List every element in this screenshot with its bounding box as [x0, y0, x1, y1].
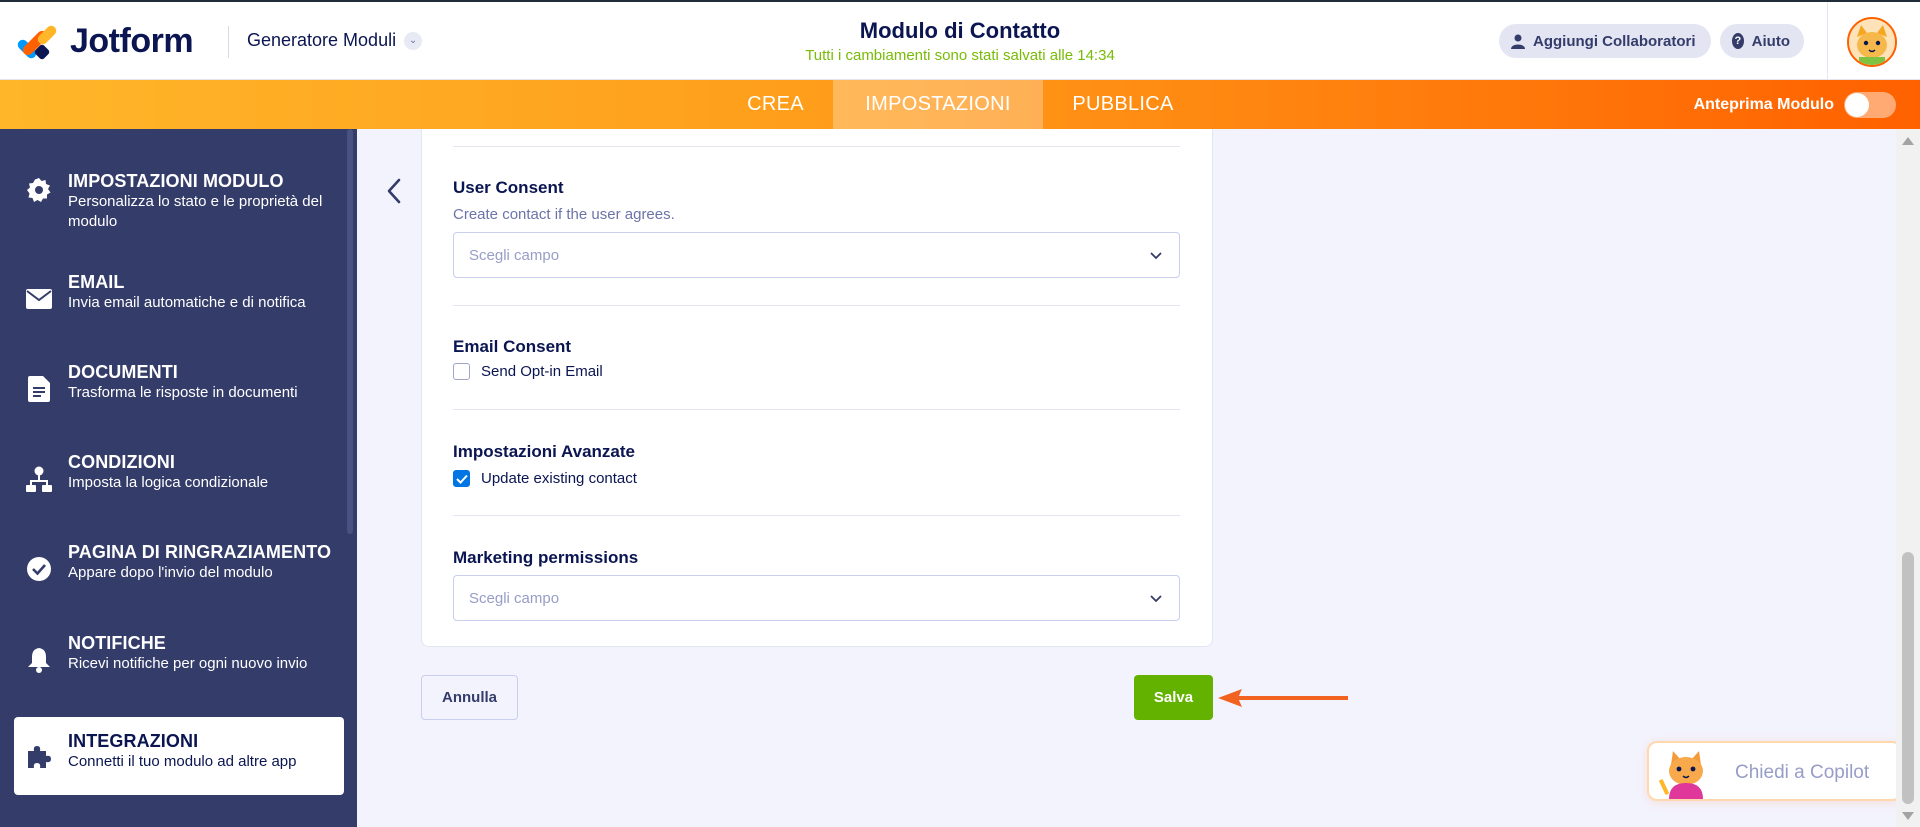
scroll-down-arrow-icon[interactable]	[1902, 812, 1914, 820]
help-label: Aiuto	[1751, 32, 1790, 50]
sidebar-item-title: PAGINA DI RINGRAZIAMENTO	[68, 542, 332, 562]
sidebar-item-title: CONDIZIONI	[68, 452, 175, 472]
chevron-left-icon	[387, 178, 401, 204]
sidebar-item-documenti[interactable]: DOCUMENTI Trasforma le risposte in docum…	[14, 350, 344, 428]
question-icon: ?	[1732, 33, 1744, 49]
builder-label: Generatore Moduli	[247, 30, 397, 50]
top-bar: Jotform Generatore Moduli ⌄ Modulo di Co…	[0, 0, 1920, 80]
logo-text: Jotform	[70, 22, 194, 60]
divider	[453, 409, 1180, 410]
email-consent-label: Email Consent	[453, 337, 572, 356]
sidebar-item-desc: Appare dopo l'invio del modulo	[68, 564, 273, 581]
marketing-permissions-select[interactable]: Scegli campo	[453, 575, 1180, 621]
form-preview-toggle[interactable]	[1844, 91, 1896, 118]
save-button[interactable]: Salva	[1134, 675, 1213, 720]
avatar[interactable]	[1847, 17, 1897, 67]
send-optin-email-label: Send Opt-in Email	[481, 363, 603, 380]
annotation-arrow-icon	[1218, 689, 1348, 707]
user-consent-placeholder: Scegli campo	[469, 247, 560, 264]
tab-crea[interactable]: CREA	[718, 80, 833, 129]
sidebar-item-title: DOCUMENTI	[68, 362, 178, 382]
sidebar-item-impostazioni-modulo[interactable]: IMPOSTAZIONI MODULO Personalizza lo stat…	[14, 151, 344, 230]
form-preview-label: Anteprima Modulo	[1693, 95, 1834, 113]
main-nav: CREA IMPOSTAZIONI PUBBLICA Anteprima Mod…	[0, 80, 1920, 129]
update-existing-contact-checkbox[interactable]	[453, 470, 470, 487]
sidebar-item-title: INTEGRAZIONI	[68, 731, 199, 751]
sidebar-item-title: EMAIL	[68, 272, 125, 292]
help-button[interactable]: ? Aiuto	[1720, 24, 1804, 58]
marketing-permissions-placeholder: Scegli campo	[469, 590, 560, 607]
sidebar-item-email[interactable]: EMAIL Invia email automatiche e di notif…	[14, 260, 344, 338]
send-optin-email-checkbox[interactable]	[453, 363, 470, 380]
check-circle-icon	[26, 556, 52, 582]
copilot-label: Chiedi a Copilot	[1735, 762, 1870, 783]
sidebar-scrollbar[interactable]	[347, 129, 353, 534]
jotform-logo[interactable]: Jotform	[15, 22, 194, 61]
user-consent-select[interactable]: Scegli campo	[453, 232, 1180, 278]
sidebar-item-pagina-ringraziamento[interactable]: PAGINA DI RINGRAZIAMENTO Appare dopo l'i…	[14, 530, 344, 608]
copilot-button[interactable]: Chiedi a Copilot	[1647, 741, 1902, 801]
user-consent-hint: Create contact if the user agrees.	[453, 206, 675, 223]
update-existing-contact-label: Update existing contact	[481, 470, 637, 487]
chevron-down-icon	[1150, 595, 1162, 603]
advanced-settings-label: Impostazioni Avanzate	[453, 442, 635, 461]
chevron-down-icon: ⌄	[404, 31, 423, 50]
divider	[453, 146, 1180, 147]
sidebar-item-notifiche[interactable]: NOTIFICHE Ricevi notifiche per ogni nuov…	[14, 621, 344, 699]
jotform-logo-mark	[15, 23, 59, 60]
chevron-down-icon	[1150, 252, 1162, 260]
sidebar-item-desc: Personalizza lo stato e le proprietà del…	[68, 193, 323, 230]
puzzle-icon	[26, 743, 52, 769]
sidebar-item-desc: Trasforma le risposte in documenti	[68, 384, 298, 401]
document-icon	[26, 376, 52, 402]
sidebar-item-desc: Ricevi notifiche per ogni nuovo invio	[68, 655, 308, 672]
user-icon	[1511, 34, 1525, 49]
bell-icon	[26, 647, 52, 673]
builder-menu[interactable]: Generatore Moduli ⌄	[247, 30, 423, 51]
copilot-cat-icon	[1659, 751, 1703, 799]
avatar-cat-icon	[1849, 19, 1895, 65]
sidebar-item-title: IMPOSTAZIONI MODULO	[68, 171, 284, 191]
sidebar-item-desc: Imposta la logica condizionale	[68, 474, 269, 491]
divider	[453, 305, 1180, 306]
sidebar-item-condizioni[interactable]: CONDIZIONI Imposta la logica condizional…	[14, 440, 344, 518]
send-optin-email-option[interactable]: Send Opt-in Email	[453, 363, 603, 380]
avatar-divider	[1827, 2, 1828, 80]
add-collaborators-label: Aggiungi Collaboratori	[1533, 32, 1696, 50]
divider	[453, 515, 1180, 516]
checkmark-icon	[455, 474, 468, 484]
hierarchy-icon	[26, 466, 52, 492]
envelope-icon	[26, 286, 52, 312]
sidebar-item-desc: Invia email automatiche e di notifica	[68, 294, 306, 311]
form-preview-control: Anteprima Modulo	[1694, 80, 1896, 129]
user-consent-label: User Consent	[453, 178, 564, 197]
gear-icon	[26, 177, 52, 203]
add-collaborators-button[interactable]: Aggiungi Collaboratori	[1499, 24, 1711, 58]
sidebar-item-desc: Connetti il tuo modulo ad altre app	[68, 753, 297, 770]
header-divider	[228, 26, 229, 58]
marketing-permissions-label: Marketing permissions	[453, 548, 639, 567]
scroll-up-arrow-icon[interactable]	[1902, 137, 1914, 145]
scrollbar-thumb[interactable]	[1902, 552, 1914, 804]
settings-sidebar: IMPOSTAZIONI MODULO Personalizza lo stat…	[0, 129, 357, 827]
sidebar-item-integrazioni[interactable]: INTEGRAZIONI Connetti il tuo modulo ad a…	[14, 717, 344, 795]
sidebar-item-title: NOTIFICHE	[68, 633, 166, 653]
back-button[interactable]	[383, 176, 407, 206]
update-existing-contact-option[interactable]: Update existing contact	[453, 470, 637, 487]
tab-impostazioni[interactable]: IMPOSTAZIONI	[833, 80, 1043, 129]
tab-pubblica[interactable]: PUBBLICA	[1043, 80, 1203, 129]
cancel-button[interactable]: Annulla	[421, 675, 518, 720]
